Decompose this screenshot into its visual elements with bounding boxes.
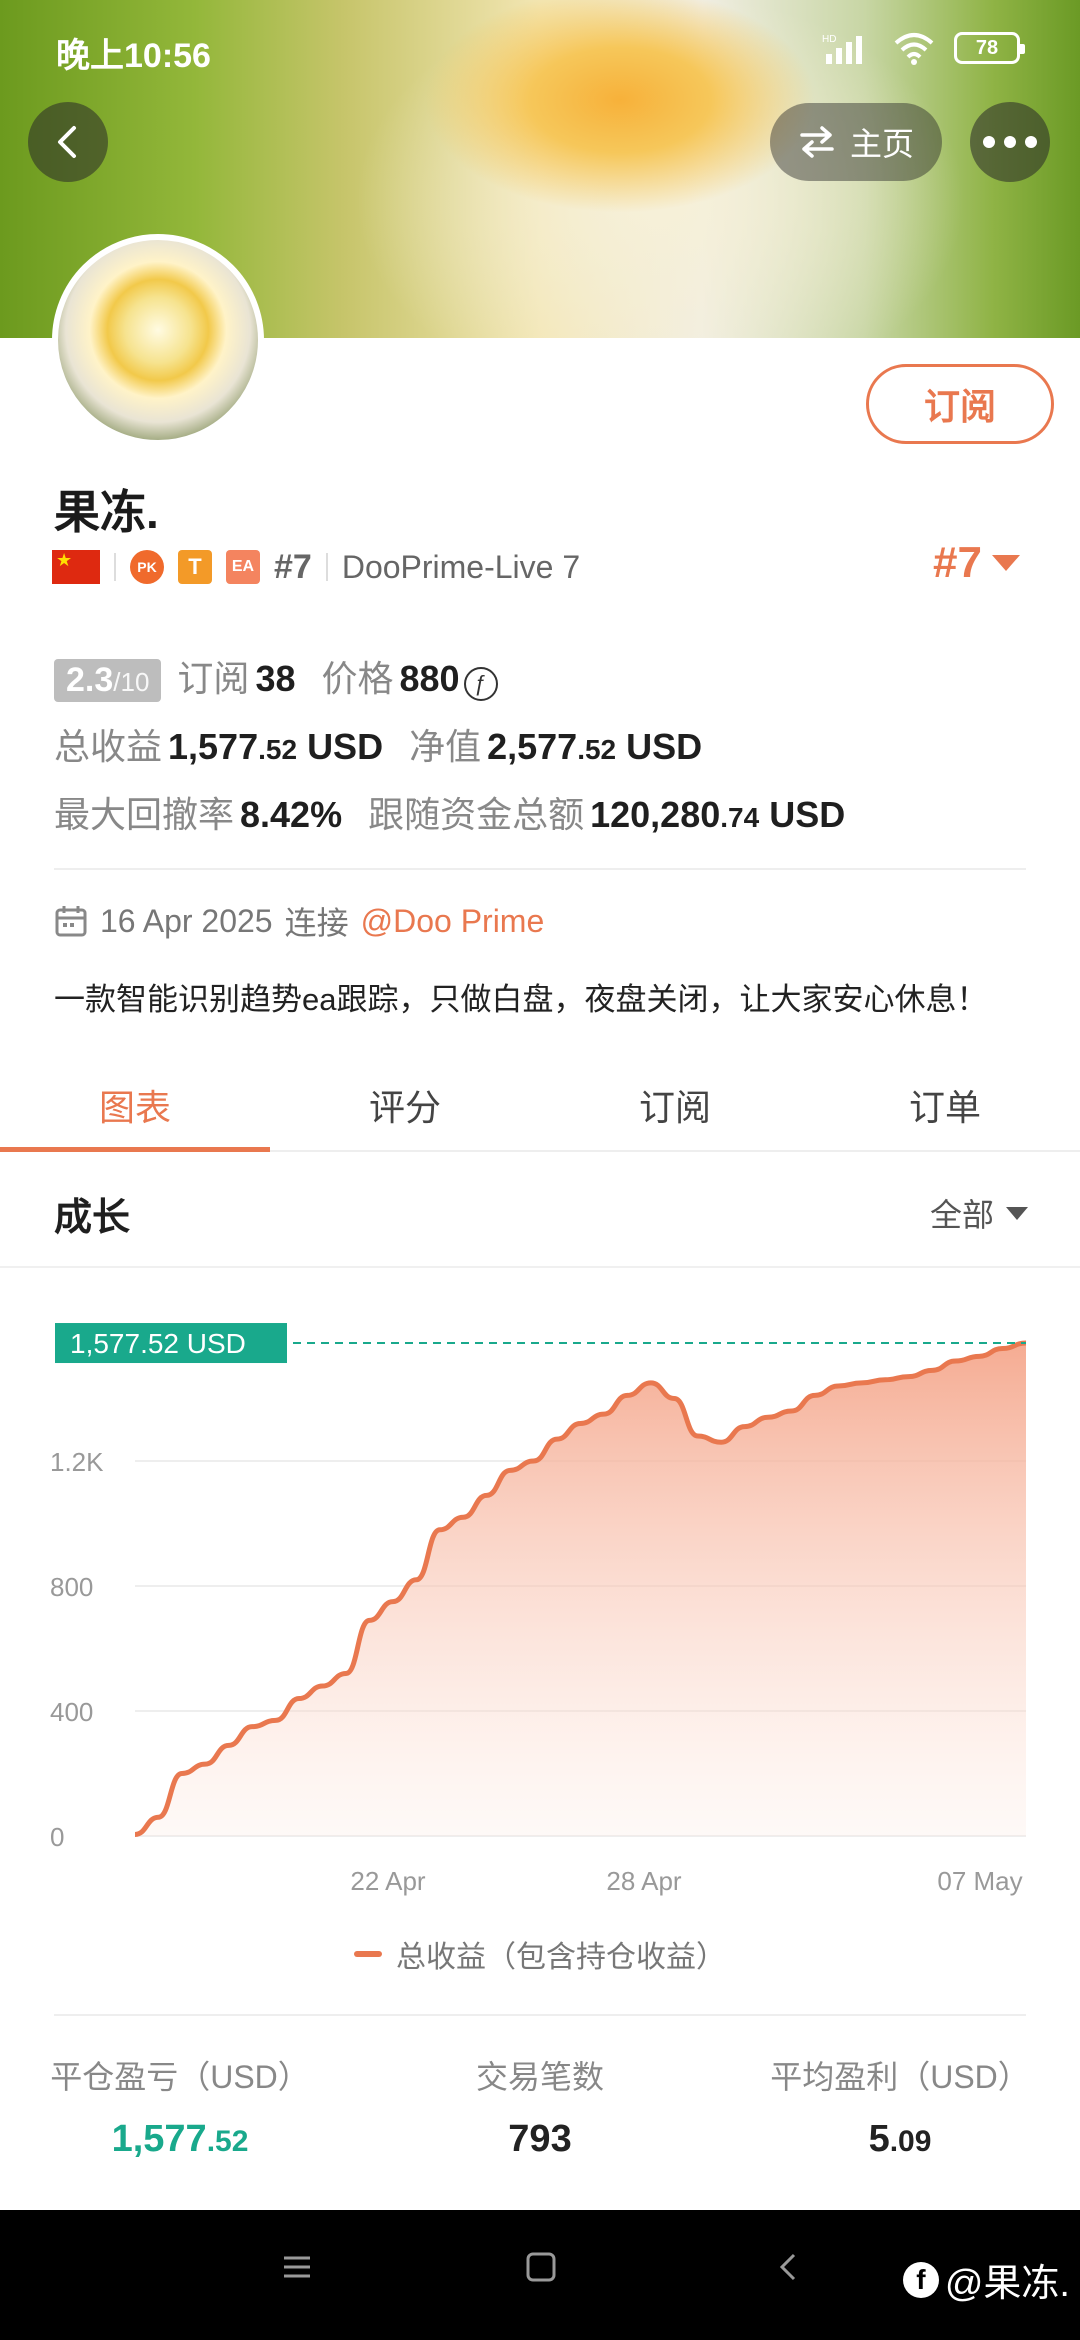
y-tick-label: 1.2K: [50, 1447, 104, 1477]
tab-rating[interactable]: 评分: [270, 1060, 540, 1150]
tab-chart[interactable]: 图表: [0, 1060, 270, 1152]
current-value-label: 1,577.52 USD: [70, 1328, 246, 1359]
server-name: DooPrime-Live 7: [341, 548, 581, 585]
profile-name: 果冻.: [54, 486, 159, 538]
strategy-description: 一款智能识别趋势ea跟踪，只做白盘，夜盘关闭，让大家安心休息！: [54, 982, 988, 1017]
subscriptions-label: 订阅: [177, 658, 250, 699]
status-bar: 晚上10:56 HD 78: [0, 0, 1080, 96]
equity-label: 净值: [409, 726, 482, 767]
avg-profit-label: 平均盈利（USD）: [770, 2059, 1030, 2095]
subscriptions-value: 38: [255, 658, 296, 699]
follow-funds-label: 跟随资金总额: [368, 794, 585, 835]
caret-down-icon: [992, 555, 1020, 571]
chart-legend: 总收益（包含持仓收益）: [0, 1932, 1080, 1976]
pk-badge-icon[interactable]: PK: [130, 550, 164, 584]
stats-block: 2.3/10 订阅 38 价格 880 ƒ 总收益 1,577.52 USD 净…: [54, 650, 1034, 854]
total-profit-value: 1,577.52 USD: [168, 726, 384, 767]
watermark: f @果冻.: [902, 2252, 1070, 2307]
stats-line-1: 2.3/10 订阅 38 价格 880 ƒ: [54, 650, 1034, 718]
chevron-left-icon: [58, 126, 76, 158]
connect-date: 16 Apr 2025: [100, 902, 273, 939]
badges-row: PK T EA #7 DooPrime-Live 7: [52, 546, 580, 588]
trade-count: 交易笔数 793: [360, 2052, 720, 2161]
avg-profit: 平均盈利（USD） 5.09: [720, 2052, 1080, 2161]
back-button[interactable]: [28, 102, 108, 182]
status-time: 晚上10:56: [56, 37, 211, 75]
menu-icon[interactable]: [280, 2250, 314, 2284]
avatar[interactable]: [52, 234, 264, 446]
china-flag-icon: [52, 550, 100, 584]
t-badge-icon[interactable]: T: [178, 550, 212, 584]
x-tick-label: 22 Apr: [350, 1866, 426, 1896]
trade-count-value: 793: [508, 2118, 572, 2160]
connect-text: 连接: [284, 905, 349, 941]
summary-row: 平仓盈亏（USD） 1,577.52 交易笔数 793 平均盈利（USD） 5.…: [0, 2052, 1080, 2161]
x-tick-label: 28 Apr: [606, 1866, 682, 1896]
back-triangle-icon[interactable]: [772, 2250, 806, 2284]
rank-label: #7: [274, 547, 312, 586]
score-main: 2.3: [66, 661, 114, 699]
ea-badge-icon[interactable]: EA: [226, 550, 260, 584]
divider: [54, 2014, 1026, 2016]
y-tick-label: 400: [50, 1697, 93, 1727]
stats-line-3: 最大回撤率 8.42% 跟随资金总额 120,280.74 USD: [54, 786, 1034, 854]
subscribe-button[interactable]: 订阅: [866, 364, 1054, 444]
rank-dropdown[interactable]: #7: [933, 538, 1020, 588]
system-nav-bar: f @果冻.: [0, 2210, 1080, 2340]
score-sub: /10: [113, 667, 150, 697]
drawdown-value: 8.42%: [240, 794, 343, 835]
more-button[interactable]: [970, 102, 1050, 182]
battery-icon: 78: [954, 32, 1025, 64]
y-tick-label: 0: [50, 1822, 64, 1852]
home-label: 主页: [849, 126, 914, 162]
tab-subscriptions[interactable]: 订阅: [540, 1060, 810, 1150]
price-value: 880: [399, 658, 460, 699]
trade-count-label: 交易笔数: [475, 2059, 604, 2095]
growth-chart[interactable]: 0 400 800 1.2K 1,577.52 USD 22 Apr 28 Apr 07 Ma…: [0, 1300, 1080, 1920]
more-dots-icon: [983, 136, 1037, 148]
total-profit-label: 总收益: [54, 726, 163, 767]
divider: [325, 553, 328, 581]
legend-swatch: [354, 1951, 382, 1957]
connect-line: 16 Apr 2025 连接 @Doo Prime: [54, 898, 544, 944]
range-dropdown[interactable]: 全部: [930, 1190, 1028, 1236]
calendar-icon: [55, 906, 87, 937]
x-tick-label: 07 May: [937, 1866, 1022, 1896]
score-badge: 2.3/10: [54, 659, 162, 702]
coin-icon: ƒ: [463, 667, 498, 701]
avg-profit-value: 5.09: [868, 2118, 932, 2160]
tab-orders[interactable]: 订单: [810, 1060, 1080, 1150]
y-tick-label: 800: [50, 1572, 93, 1602]
growth-header: 成长 全部: [0, 1156, 1080, 1268]
legend-label: 总收益（包含持仓收益）: [396, 1941, 726, 1974]
closed-pnl-label: 平仓盈亏（USD）: [50, 2059, 310, 2095]
home-switch-button[interactable]: 主页: [770, 103, 942, 181]
signal-icon: HD: [822, 34, 862, 64]
closed-pnl-value: 1,577.52: [111, 2118, 249, 2160]
svg-text:HD: HD: [822, 34, 836, 45]
home-square-icon[interactable]: [524, 2250, 558, 2284]
price-label: 价格: [321, 658, 394, 699]
range-label: 全部: [929, 1197, 994, 1233]
wifi-icon: [894, 33, 934, 65]
divider: [114, 553, 116, 581]
status-icons: HD 78: [822, 28, 1025, 68]
rank-big-label: #7: [933, 538, 982, 587]
growth-title: 成长: [54, 1197, 131, 1239]
swap-arrows-icon: [800, 126, 834, 158]
profile-card: [0, 338, 1080, 2208]
tab-bar: 图表 评分 订阅 订单: [0, 1060, 1080, 1152]
facebook-icon: f: [902, 2261, 939, 2298]
series-area: [135, 1343, 1026, 1836]
stats-line-2: 总收益 1,577.52 USD 净值 2,577.52 USD: [54, 718, 1034, 786]
broker-link[interactable]: @Doo Prime: [361, 903, 545, 940]
divider: [54, 868, 1026, 870]
drawdown-label: 最大回撤率: [54, 794, 235, 835]
closed-pnl: 平仓盈亏（USD） 1,577.52: [0, 2052, 360, 2161]
watermark-text: @果冻.: [944, 2263, 1070, 2305]
equity-value: 2,577.52 USD: [487, 726, 703, 767]
caret-down-icon: [1006, 1206, 1028, 1220]
follow-funds-value: 120,280.74 USD: [590, 794, 846, 835]
